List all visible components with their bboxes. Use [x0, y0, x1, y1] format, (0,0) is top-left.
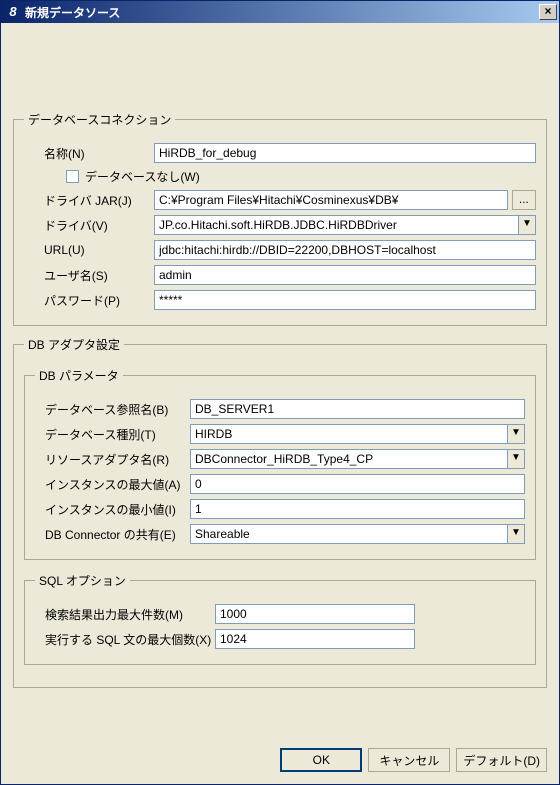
driver-jar-input[interactable] [154, 190, 508, 210]
url-input[interactable] [154, 240, 536, 260]
password-label: パスワード(P) [24, 292, 154, 309]
db-type-label: データベース種別(T) [35, 426, 190, 443]
name-input[interactable] [154, 143, 536, 163]
group-sql-options: SQL オプション 検索結果出力最大件数(M) 実行する SQL 文の最大個数(… [24, 572, 536, 665]
max-sql-label: 実行する SQL 文の最大個数(X) [35, 631, 215, 648]
resource-adapter-input[interactable] [190, 449, 507, 469]
url-label: URL(U) [24, 243, 154, 257]
ref-name-label: データベース参照名(B) [35, 401, 190, 418]
driver-input[interactable] [154, 215, 518, 235]
no-database-checkbox[interactable] [66, 170, 79, 183]
name-label: 名称(N) [24, 145, 154, 162]
connector-share-input[interactable] [190, 524, 507, 544]
user-input[interactable] [154, 265, 536, 285]
group-db-connection-legend: データベースコネクション [24, 111, 175, 128]
connector-share-label: DB Connector の共有(E) [35, 526, 190, 543]
chevron-down-icon[interactable]: ▼ [518, 215, 536, 235]
ok-button[interactable]: OK [280, 748, 362, 772]
instance-min-label: インスタンスの最小値(I) [35, 501, 190, 518]
password-input[interactable] [154, 290, 536, 310]
titlebar: 8 新規データソース × [1, 1, 559, 23]
button-row: OK キャンセル デフォルト(D) [1, 738, 559, 784]
db-type-combobox[interactable]: ▼ [190, 424, 525, 444]
driver-jar-label: ドライバ JAR(J) [24, 192, 154, 209]
resource-adapter-label: リソースアダプタ名(R) [35, 451, 190, 468]
chevron-down-icon[interactable]: ▼ [507, 524, 525, 544]
instance-max-input[interactable] [190, 474, 525, 494]
dialog-window: 8 新規データソース × データベースコネクション 名称(N) データベースなし… [0, 0, 560, 785]
window-title: 新規データソース [25, 4, 539, 21]
group-db-adapter-legend: DB アダプタ設定 [24, 336, 124, 353]
max-sql-input[interactable] [215, 629, 415, 649]
group-db-connection: データベースコネクション 名称(N) データベースなし(W) ドライバ JAR(… [13, 111, 547, 326]
max-results-input[interactable] [215, 604, 415, 624]
group-sql-options-legend: SQL オプション [35, 572, 130, 589]
group-db-params-legend: DB パラメータ [35, 367, 123, 384]
driver-label: ドライバ(V) [24, 217, 154, 234]
no-database-label: データベースなし(W) [85, 168, 200, 185]
resource-adapter-combobox[interactable]: ▼ [190, 449, 525, 469]
cancel-button[interactable]: キャンセル [368, 748, 450, 772]
default-button[interactable]: デフォルト(D) [456, 748, 547, 772]
db-type-input[interactable] [190, 424, 507, 444]
group-db-params: DB パラメータ データベース参照名(B) データベース種別(T) ▼ [24, 367, 536, 560]
app-icon: 8 [5, 4, 21, 20]
driver-combobox[interactable]: ▼ [154, 215, 536, 235]
instance-min-input[interactable] [190, 499, 525, 519]
chevron-down-icon[interactable]: ▼ [507, 424, 525, 444]
connector-share-combobox[interactable]: ▼ [190, 524, 525, 544]
chevron-down-icon[interactable]: ▼ [507, 449, 525, 469]
ref-name-input[interactable] [190, 399, 525, 419]
content-area: データベースコネクション 名称(N) データベースなし(W) ドライバ JAR(… [1, 23, 559, 738]
browse-button[interactable]: ... [512, 190, 536, 210]
group-db-adapter: DB アダプタ設定 DB パラメータ データベース参照名(B) データベース種別… [13, 336, 547, 688]
user-label: ユーザ名(S) [24, 267, 154, 284]
max-results-label: 検索結果出力最大件数(M) [35, 606, 215, 623]
instance-max-label: インスタンスの最大値(A) [35, 476, 190, 493]
close-icon[interactable]: × [539, 4, 557, 20]
